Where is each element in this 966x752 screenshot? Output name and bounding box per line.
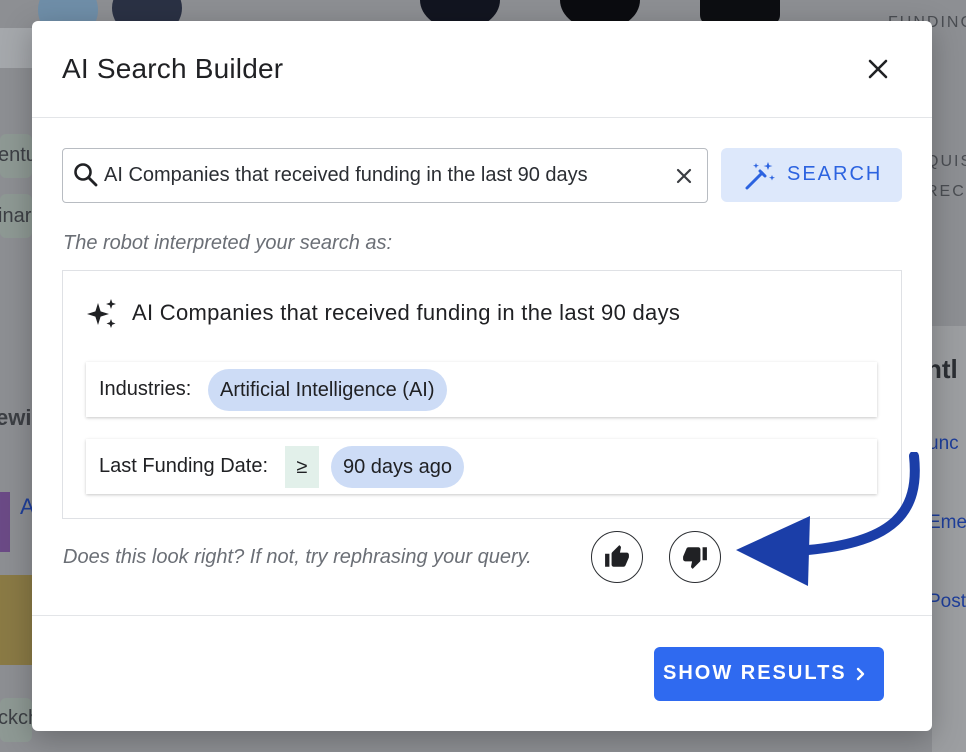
feedback-prompt: Does this look right? If not, try rephra…	[63, 546, 532, 568]
background-link: unc	[928, 433, 959, 454]
dialog-title: AI Search Builder	[62, 53, 284, 84]
arrow-annotation	[736, 452, 920, 586]
thumbs-down-icon	[683, 547, 707, 569]
magic-wand-icon	[745, 162, 775, 190]
thumbs-up-icon	[605, 545, 629, 567]
background-text: QUIS	[926, 153, 966, 170]
background-link: Eme	[928, 512, 966, 533]
chevron-right-icon	[856, 667, 865, 681]
close-icon	[868, 59, 888, 79]
interpreted-query: AI Companies that received funding in th…	[132, 300, 681, 325]
search-button[interactable]: SEARCH	[721, 148, 902, 202]
interpretation-label: The robot interpreted your search as:	[63, 232, 393, 254]
background-company-logo	[0, 492, 10, 552]
search-field[interactable]	[62, 148, 708, 203]
ai-search-builder-dialog: AI Search Builder SEARCH The robot inter…	[32, 21, 932, 731]
show-results-button[interactable]: SHOW RESULTS	[654, 647, 884, 701]
filter-label: Industries:	[99, 378, 192, 400]
background-image	[0, 575, 32, 665]
filter-operator: ≥	[285, 446, 319, 488]
search-icon	[74, 163, 98, 187]
thumbs-down-button[interactable]	[669, 531, 721, 583]
background-tag-text: inar	[0, 205, 32, 227]
background-text: RECO	[926, 183, 966, 200]
filter-value-chip: Artificial Intelligence (AI)	[208, 369, 447, 411]
filter-value-chip: 90 days ago	[331, 446, 464, 488]
background-logo	[0, 28, 32, 68]
thumbs-up-button[interactable]	[591, 531, 643, 583]
background-link: Post	[928, 591, 966, 612]
background-card	[932, 326, 966, 752]
search-button-label: SEARCH	[787, 163, 883, 185]
sparkle-icon	[87, 299, 116, 328]
filter-row-industries: Industries: Artificial Intelligence (AI)	[86, 362, 877, 417]
dialog-footer-divider	[32, 615, 932, 616]
dialog-header: AI Search Builder	[32, 21, 932, 118]
clear-icon[interactable]	[673, 165, 695, 187]
show-results-label: SHOW RESULTS	[663, 662, 847, 684]
search-input[interactable]	[104, 149, 664, 202]
filter-label: Last Funding Date:	[99, 455, 268, 477]
close-button[interactable]	[860, 51, 896, 87]
